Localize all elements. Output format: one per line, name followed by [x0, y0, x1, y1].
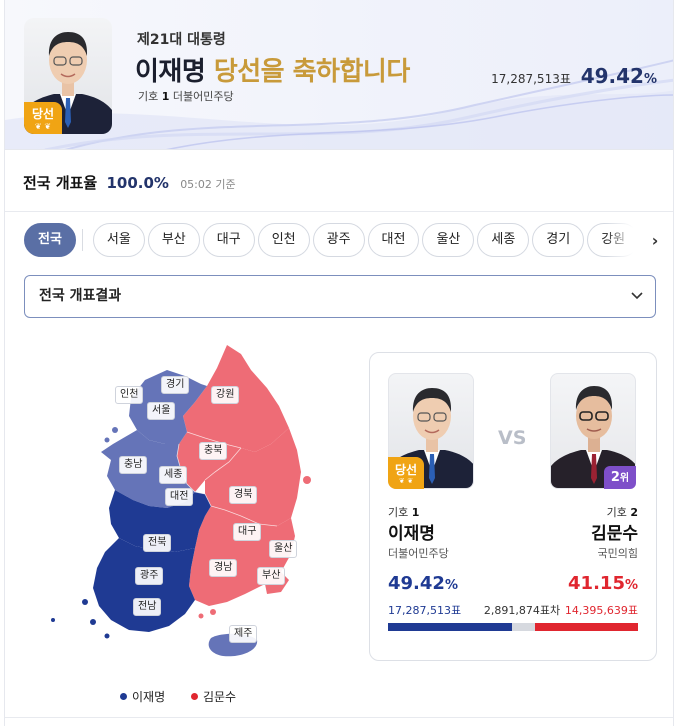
- candidate-1-party: 더불어민주당: [388, 547, 449, 560]
- count-rate-value: 100.0%: [106, 174, 168, 192]
- map-label-daejeon[interactable]: 대전: [165, 488, 194, 506]
- map-label-seoul[interactable]: 서울: [147, 402, 176, 420]
- map-label-daegu[interactable]: 대구: [233, 523, 262, 541]
- tab-region-seoul[interactable]: 서울: [92, 223, 145, 257]
- candidate-1-pct-value: 49.42: [388, 573, 445, 594]
- map-label-ulsan[interactable]: 울산: [269, 540, 298, 558]
- legend-label-kim: 김문수: [202, 690, 237, 704]
- winner-party-line: 기호 1 더불어민주당: [138, 88, 234, 104]
- map-label-jeonnam[interactable]: 전남: [133, 598, 162, 616]
- result-scope-value: 전국 개표결과: [39, 288, 122, 304]
- candidate-1-winner-badge: 당선 ❦ ❦: [388, 457, 424, 489]
- candidate-1-symbol: 기호 1: [388, 504, 419, 520]
- tab-region-daegu[interactable]: 대구: [202, 223, 255, 257]
- symbol-number: 1: [161, 90, 170, 103]
- region-jeonnam-shape: [93, 538, 195, 632]
- candidate-comparison-card: 당선 ❦ ❦ VS 2위 기호 1 기호 2 이재명 김문수 더불어민주당 국민…: [369, 352, 657, 661]
- candidate-2-rank-unit: 위: [619, 473, 630, 484]
- winner-party: 더불어민주당: [172, 90, 234, 103]
- count-time: 05:02 기준: [180, 178, 236, 191]
- map-label-jeonbuk[interactable]: 전북: [143, 534, 172, 552]
- candidate-2-pct-value: 41.15: [568, 573, 625, 594]
- candidate-2-symbol-prefix: 기호: [606, 506, 627, 519]
- count-rate-number: 100.0: [106, 174, 154, 192]
- laurel-icon: ❦ ❦: [34, 122, 52, 131]
- election-title: 제21대 대통령: [137, 32, 226, 48]
- region-tabs: 전국서울부산대구인천광주대전울산세종경기강원: [24, 223, 641, 259]
- vote-share-bar: [388, 623, 638, 631]
- winner-percentage: 49.42%: [581, 64, 657, 88]
- map-label-chungnam[interactable]: 충남: [119, 456, 148, 474]
- candidate-2-party: 국민의힘: [597, 547, 638, 560]
- count-rate: 전국 개표율 100.0% 05:02 기준: [23, 172, 236, 193]
- count-rate-unit: %: [153, 174, 169, 192]
- winner-vote-count: 17,287,513표: [491, 72, 571, 86]
- candidate-2-rank-badge: 2위: [604, 466, 636, 489]
- winner-headline: 이재명 당선을 축하합니다: [135, 51, 410, 88]
- map-label-busan[interactable]: 부산: [257, 567, 286, 585]
- section-divider: [5, 211, 673, 212]
- bottom-divider: [5, 717, 673, 718]
- candidate-2-name: 김문수: [591, 524, 638, 544]
- map-label-gyeongbuk[interactable]: 경북: [229, 486, 258, 504]
- winner-votes: 17,287,513표 49.42%: [491, 64, 657, 88]
- tabs-fade-overlay: [605, 223, 645, 259]
- tab-region-busan[interactable]: 부산: [147, 223, 200, 257]
- chevron-right-icon[interactable]: ›: [645, 230, 665, 252]
- winner-pct-value: 49.42: [580, 64, 644, 88]
- tab-region-daejeon[interactable]: 대전: [367, 223, 420, 257]
- congrats-text: 당선을 축하합니다: [213, 57, 410, 87]
- candidate-2-votes: 14,395,639표: [564, 604, 638, 617]
- candidate-1-symbol-number: 1: [411, 506, 420, 519]
- vote-share-lee: [388, 623, 512, 631]
- vs-label: VS: [498, 427, 527, 449]
- map-label-chungbuk[interactable]: 충북: [199, 442, 228, 460]
- candidate-1-symbol-prefix: 기호: [388, 506, 409, 519]
- election-result-panel: 당선 ❦ ❦ 제21대 대통령 이재명 당선을 축하합니다 기호 1 더불어민주…: [4, 0, 674, 726]
- korea-result-map: 경기 인천 서울 강원 충북 충남 세종 대전 경북 대구 울산 전북 경남 부…: [45, 340, 335, 670]
- candidate-2-percentage: 41.15%: [568, 573, 638, 594]
- candidate-2-symbol-number: 2: [630, 506, 638, 519]
- winner-name: 이재명: [135, 57, 206, 87]
- vote-share-kim: [535, 623, 638, 631]
- symbol-prefix: 기호: [138, 90, 159, 103]
- legend-dot-lee: [120, 693, 127, 700]
- tab-region-gyeonggi[interactable]: 경기: [532, 223, 585, 257]
- candidate-2-pct-unit: %: [624, 578, 638, 593]
- map-label-incheon[interactable]: 인천: [115, 386, 144, 404]
- candidate-1-name: 이재명: [388, 524, 435, 544]
- candidate-1-percentage: 49.42%: [388, 573, 458, 594]
- winner-banner: 당선 ❦ ❦ 제21대 대통령 이재명 당선을 축하합니다 기호 1 더불어민주…: [5, 0, 673, 150]
- legend-dot-kim: [190, 693, 198, 700]
- map-label-gwangju[interactable]: 광주: [135, 567, 164, 585]
- candidate-1-pct-unit: %: [444, 578, 458, 593]
- winner-pct-unit: %: [643, 72, 657, 87]
- candidate-2-symbol: 기호 2: [607, 504, 638, 520]
- candidate-1-badge-label: 당선: [394, 463, 418, 477]
- map-label-jeju[interactable]: 제주: [229, 625, 258, 643]
- tab-separator: [81, 229, 83, 251]
- candidate-2-rank-value: 2: [610, 470, 620, 485]
- tab-region-incheon[interactable]: 인천: [257, 223, 310, 257]
- map-label-sejong[interactable]: 세종: [159, 466, 188, 484]
- winner-badge-label: 당선: [31, 107, 55, 121]
- legend-label-lee: 이재명: [132, 690, 166, 704]
- map-label-gyeongnam[interactable]: 경남: [209, 559, 238, 577]
- map-legend: 이재명 김문수: [120, 688, 236, 705]
- result-scope-select[interactable]: 전국 개표결과: [24, 275, 656, 318]
- winner-badge: 당선 ❦ ❦: [24, 102, 62, 134]
- map-label-gyeonggi[interactable]: 경기: [161, 376, 190, 394]
- tab-region-gwangju[interactable]: 광주: [312, 223, 365, 257]
- tab-region-sejong[interactable]: 세종: [477, 223, 530, 257]
- tab-region-national[interactable]: 전국: [24, 223, 76, 257]
- chevron-down-icon: [631, 292, 643, 300]
- tab-region-ulsan[interactable]: 울산: [422, 223, 475, 257]
- laurel-icon: ❦ ❦: [398, 477, 414, 485]
- count-rate-label: 전국 개표율: [23, 174, 98, 192]
- vote-share-others: [511, 623, 536, 631]
- map-label-gangwon[interactable]: 강원: [211, 386, 240, 404]
